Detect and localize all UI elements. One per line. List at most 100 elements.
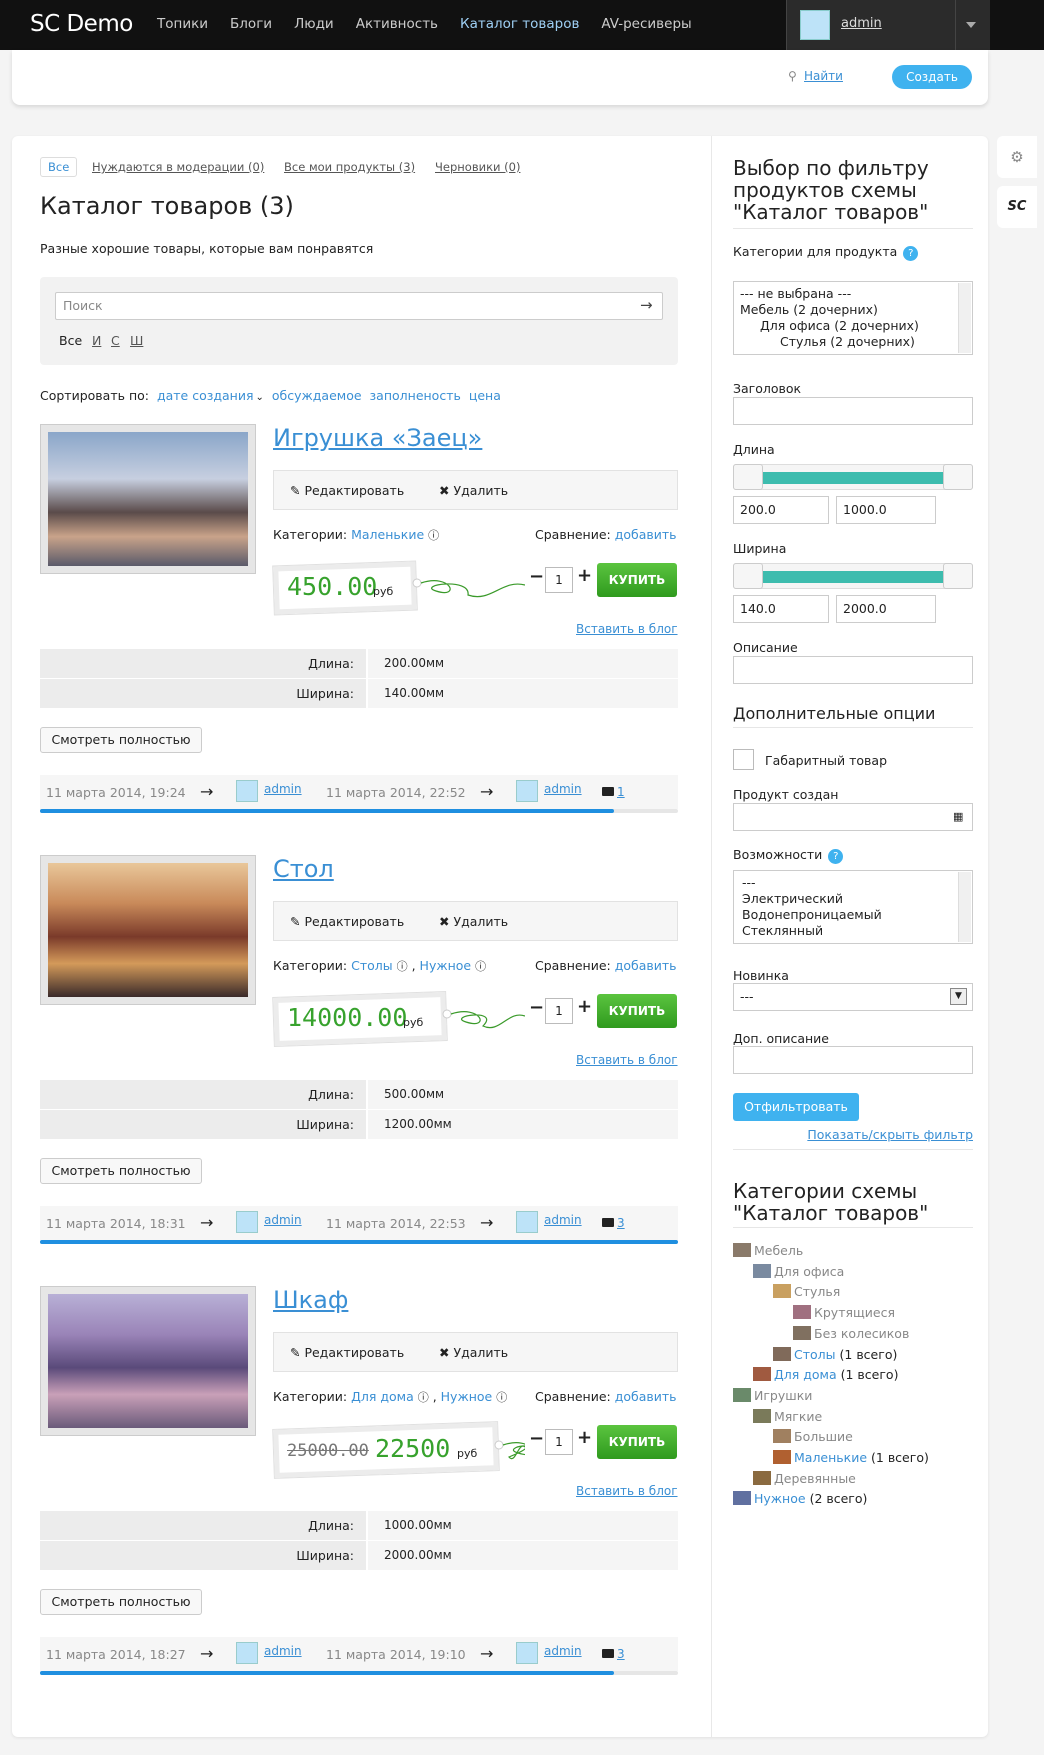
editor-link[interactable]: admin <box>544 1213 582 1227</box>
info-icon[interactable]: ⓘ <box>475 960 486 973</box>
select-option[interactable]: Электрический <box>742 891 956 907</box>
slider-handle-max[interactable] <box>943 563 973 589</box>
avatar[interactable] <box>516 1642 538 1664</box>
insert-blog-link[interactable]: Вставить в блог <box>576 622 678 636</box>
product-thumbnail[interactable] <box>40 1286 256 1436</box>
category-tree-item[interactable]: Деревянные <box>753 1470 856 1486</box>
delete-button[interactable]: ✖ Удалить <box>439 483 508 498</box>
filter-all[interactable]: Все <box>40 157 78 177</box>
category-tree-item[interactable]: Большие <box>773 1429 853 1444</box>
product-thumbnail[interactable] <box>40 424 256 574</box>
product-thumbnail[interactable] <box>40 855 256 1005</box>
category-tree-item[interactable]: Столы (1 всего) <box>773 1346 897 1362</box>
avatar[interactable] <box>800 10 830 40</box>
length-slider[interactable] <box>733 464 973 490</box>
qty-increase-button[interactable]: + <box>577 1427 592 1448</box>
qty-decrease-button[interactable]: − <box>529 566 544 587</box>
category-tree-item[interactable]: Для дома (1 всего) <box>753 1367 898 1382</box>
nav-item-av-receivers[interactable]: AV-ресиверы <box>601 16 691 32</box>
alpha-filter-s[interactable]: С <box>111 333 120 348</box>
category-link[interactable]: Для дома <box>351 1389 414 1404</box>
compare-add-link[interactable]: добавить <box>615 1389 677 1404</box>
qty-increase-button[interactable]: + <box>577 565 592 586</box>
delete-button[interactable]: ✖ Удалить <box>439 914 508 929</box>
select-option[interactable]: Стулья (2 дочерних) <box>740 334 956 350</box>
filter-mine[interactable]: Все мои продукты (3) <box>284 160 415 174</box>
sc-tool-button[interactable]: SC <box>997 186 1037 228</box>
product-image[interactable] <box>48 432 248 566</box>
search-input[interactable]: Поиск <box>55 292 663 320</box>
features-select[interactable]: --- Электрический Водонепроницаемый Стек… <box>733 870 973 944</box>
avatar[interactable] <box>516 780 538 802</box>
novelty-select[interactable]: --- <box>733 983 973 1011</box>
nav-item-activity[interactable]: Активность <box>356 16 438 32</box>
view-full-button[interactable]: Смотреть полностью <box>40 1158 202 1184</box>
user-name-link[interactable]: admin <box>841 16 882 31</box>
product-image[interactable] <box>48 1294 248 1428</box>
chevron-down-icon[interactable]: ⌄ <box>256 392 264 403</box>
select-option[interactable]: --- <box>742 875 956 891</box>
category-link[interactable]: Маленькие <box>794 1450 867 1465</box>
category-tree-item[interactable]: Маленькие (1 всего) <box>773 1450 929 1465</box>
help-icon[interactable]: ? <box>903 246 919 261</box>
info-icon[interactable]: ⓘ <box>397 960 408 973</box>
category-tree-item[interactable]: Без колесиков <box>793 1325 909 1341</box>
extra-description-input[interactable] <box>733 1046 973 1074</box>
buy-button[interactable]: КУПИТЬ <box>597 994 677 1028</box>
help-icon[interactable]: ? <box>828 849 844 864</box>
slider-handle-max[interactable] <box>943 464 973 490</box>
edit-button[interactable]: ✎ Редактировать <box>290 914 404 929</box>
scrollbar[interactable] <box>958 283 971 353</box>
categories-select[interactable]: --- не выбрана --- Мебель (2 дочерних) Д… <box>733 281 973 355</box>
comments-count-link[interactable]: 3 <box>617 1647 625 1661</box>
category-tree-item[interactable]: Крутящиеся <box>793 1305 895 1320</box>
comments-count-link[interactable]: 3 <box>617 1216 625 1230</box>
category-link[interactable]: Столы <box>794 1347 836 1362</box>
chevron-down-icon[interactable]: ▼ <box>950 988 967 1005</box>
width-slider[interactable] <box>733 563 973 589</box>
product-title-link[interactable]: Игрушка «Заец» <box>273 424 482 452</box>
insert-blog-link[interactable]: Вставить в блог <box>576 1484 678 1498</box>
select-option[interactable]: --- не выбрана --- <box>740 286 956 302</box>
product-image[interactable] <box>48 863 248 997</box>
description-input[interactable] <box>733 656 973 684</box>
scrollbar[interactable] <box>958 872 971 942</box>
category-tree-item[interactable]: Нужное (2 всего) <box>733 1491 867 1506</box>
qty-input[interactable]: 1 <box>545 998 573 1024</box>
calendar-icon[interactable]: ▦ <box>953 810 963 823</box>
slider-handle-min[interactable] <box>733 464 763 490</box>
category-tree-item[interactable]: Стулья <box>773 1284 840 1299</box>
search-link[interactable]: Найти <box>804 69 843 83</box>
author-link[interactable]: admin <box>264 782 302 796</box>
avatar[interactable] <box>236 1642 258 1664</box>
qty-input[interactable]: 1 <box>545 567 573 593</box>
category-link[interactable]: Для дома <box>774 1367 837 1382</box>
filter-moderation[interactable]: Нуждаются в модерации (0) <box>92 160 264 174</box>
category-tree-item[interactable]: Мебель <box>733 1243 803 1258</box>
filter-drafts[interactable]: Черновики (0) <box>435 160 520 174</box>
length-min-input[interactable]: 200.0 <box>733 496 829 524</box>
editor-link[interactable]: admin <box>544 782 582 796</box>
author-link[interactable]: admin <box>264 1213 302 1227</box>
avatar[interactable] <box>516 1211 538 1233</box>
category-tree-item[interactable]: Для офиса <box>753 1263 844 1279</box>
editor-link[interactable]: admin <box>544 1644 582 1658</box>
heading-input[interactable] <box>733 397 973 425</box>
bulky-checkbox[interactable] <box>733 749 754 770</box>
nav-item-people[interactable]: Люди <box>294 16 334 32</box>
slider-handle-min[interactable] <box>733 563 763 589</box>
length-max-input[interactable]: 1000.0 <box>836 496 936 524</box>
qty-decrease-button[interactable]: − <box>529 997 544 1018</box>
sort-by-filled[interactable]: заполненость <box>370 388 461 403</box>
created-date-input[interactable] <box>733 803 973 831</box>
delete-button[interactable]: ✖ Удалить <box>439 1345 508 1360</box>
category-tree-item[interactable]: Мягкие <box>753 1408 822 1424</box>
edit-button[interactable]: ✎ Редактировать <box>290 483 404 498</box>
info-icon[interactable]: ⓘ <box>428 529 439 542</box>
qty-input[interactable]: 1 <box>545 1429 573 1455</box>
sort-by-discussed[interactable]: обсуждаемое <box>272 388 362 403</box>
product-title-link[interactable]: Шкаф <box>273 1286 348 1314</box>
width-max-input[interactable]: 2000.0 <box>836 595 936 623</box>
nav-item-catalog[interactable]: Каталог товаров <box>460 16 579 32</box>
sort-by-price[interactable]: цена <box>469 388 501 403</box>
